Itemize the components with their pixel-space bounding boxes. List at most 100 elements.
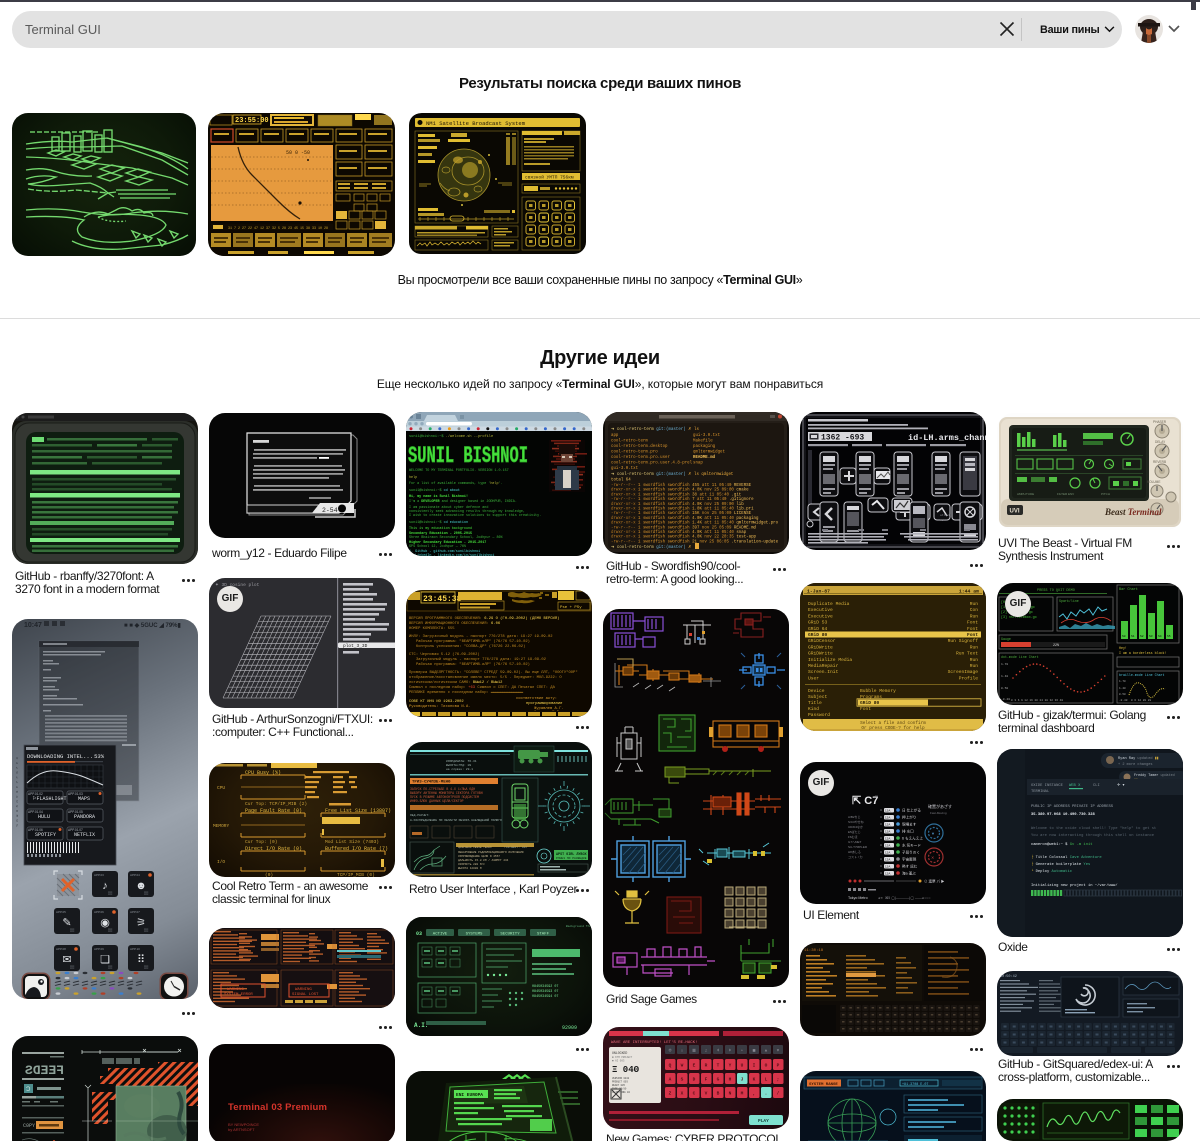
svg-text:OXIDE INSTANCE: OXIDE INSTANCE	[1031, 784, 1064, 788]
svg-text:押上がり: 押上がり	[902, 815, 916, 820]
svg-text:For a list of available comman: For a list of available commands, type '…	[409, 481, 503, 486]
svg-text:Font: Font	[860, 706, 871, 712]
svg-text:Or press CODE-? for help: Or press CODE-? for help	[861, 726, 925, 731]
svg-text:СОПРОВОЖДЕНИЕ ЦЕЛИ N 4557: СОПРОВОЖДЕНИЕ ЦЕЛИ N 4557	[458, 855, 500, 858]
svg-text:23:55:00: 23:55:00	[235, 117, 269, 125]
svg-text:APP.09: APP.09	[94, 947, 104, 951]
svg-text:Initializing new project in ~/: Initializing new project in ~/var/www/	[1031, 883, 1118, 888]
svg-text:12A: 12A	[885, 844, 890, 848]
svg-text:⚙: ⚙	[668, 1049, 672, 1054]
svg-text:現場ます: 現場ます	[902, 822, 917, 827]
svg-text:plot_3_3D: plot_3_3D	[343, 643, 368, 649]
svg-text:FILTER ENV: FILTER ENV	[1057, 492, 1074, 496]
svg-text:Ξ 04Θ: Ξ 04Θ	[612, 1065, 640, 1075]
svg-text:S5: S5	[1167, 635, 1171, 638]
svg-text:WELCOME TO MY TERMINAL PORTFOL: WELCOME TO MY TERMINAL PORTFOLIO. VERSIO…	[409, 469, 509, 473]
svg-text:Profile: Profile	[959, 675, 979, 681]
svg-text:◼: ◼	[752, 1049, 755, 1054]
svg-text:⏵: ⏵	[729, 1049, 731, 1054]
svg-text:G7ヘMET: G7ヘMET	[848, 840, 862, 844]
svg-text:W: W	[681, 1063, 684, 1069]
svg-text:I'm a DEVELOPER and designer b: I'm a DEVELOPER and designer based in JO…	[409, 499, 517, 504]
svg-text:12A: 12A	[885, 872, 890, 876]
svg-text:PUBLIC IP ADDRESS PRIVATE IP: PUBLIC IP ADDRESS PRIVATE IP ADDRESS	[1031, 805, 1114, 809]
svg-text:SYSTEM ERROR: SYSTEM ERROR	[224, 993, 253, 997]
svg-text:S0: S0	[1122, 635, 1126, 638]
svg-text:Con: Con	[970, 607, 979, 613]
svg-text:➜ cool-retro-term git:(master: ➜ cool-retro-term git:(master) ✗ ls	[611, 427, 700, 432]
svg-text:APP.01.06: APP.01.06	[28, 828, 43, 832]
svg-text:UNLOCKED: UNLOCKED	[612, 1051, 627, 1055]
svg-text:UD/D4なか: UD/D4なか	[848, 824, 863, 829]
svg-text:snap: snap	[693, 462, 703, 466]
svg-text:Руководитель: Тихонова И.А.: Руководитель: Тихонова И.А.	[409, 705, 471, 709]
svg-text:PLAY: PLAY	[758, 1118, 769, 1124]
svg-text:Контроль успокоения: "СОЛВА.Д: Контроль успокоения: "СОЛВА.ДР" (76726 2…	[416, 644, 525, 649]
svg-text:TCP/IP_MIB (0): TCP/IP_MIB (0)	[337, 872, 375, 877]
svg-text:確置があざす: 確置があざす	[928, 803, 952, 809]
svg-text:22%: 22%	[1053, 643, 1059, 647]
svg-text:программирование: программирование	[526, 702, 563, 706]
svg-text:.: .	[765, 1092, 768, 1097]
svg-text:■ ■ ◆ 5GUC ◢ 79%▮: ■ ■ ◆ 5GUC ◢ 79%▮	[124, 622, 181, 629]
svg-text:GRiD 53: GRiD 53	[808, 620, 828, 626]
svg-text:(0): (0)	[265, 872, 273, 877]
svg-text:B: B	[717, 1091, 720, 1097]
svg-text:id-LH.arms_channel: id-LH.arms_channel	[908, 433, 986, 443]
svg-text:✛ ▾: ✛ ▾	[1117, 783, 1124, 788]
svg-text:排 水口: 排 水口	[902, 829, 914, 834]
svg-text:0.50: 0.50	[1001, 687, 1008, 690]
svg-text:ВЕРСИЯ ПРОГРАММНОГО ОБЕСПЕЧЕНИ: ВЕРСИЯ ПРОГРАММНОГО ОБЕСПЕЧЕНИЯ: 6.29 О …	[409, 616, 559, 621]
svg-text:MediaRepair: MediaRepair	[808, 663, 839, 669]
svg-text:drwxr-xr-x 1 swordfish swordfi: drwxr-xr-x 1 swordfish swordfish 4.0K no…	[611, 535, 757, 540]
svg-text:drwxr-xr-x 1 swordfish swordfi: drwxr-xr-x 1 swordfish swordfish 4.0K no…	[611, 502, 744, 507]
svg-text:31 7 2 27 22 47 12 37 32 5 28: 31 7 2 27 22 47 12 37 32 5 28 23 45 15 3…	[228, 227, 328, 231]
svg-text:コスト / 力: コスト / 力	[848, 854, 863, 859]
svg-text:/: /	[777, 1091, 780, 1097]
svg-text:-rw-r--r-- 1 swordfish swordfi: -rw-r--r-- 1 swordfish swordfish 21 nov …	[611, 539, 779, 544]
svg-text:Run: Run	[970, 644, 979, 650]
svg-text:Page Fault Rate (0): Page Fault Rate (0)	[245, 808, 302, 814]
svg-text:ОБД-РАСЧЕТ:: ОБД-РАСЧЕТ:	[410, 814, 430, 817]
svg-text:03: 03	[416, 931, 422, 937]
svg-text:◂◾ ⌘5 ◯|————|◯ ——◂ ○○○: ◂◾ ⌘5 ◯|————|◯ ——◂ ○○○	[878, 896, 931, 900]
svg-text:APP.01.07: APP.01.07	[68, 828, 83, 832]
svg-text:0.50: 0.50	[1119, 693, 1126, 696]
svg-text:SPOTIFY: SPOTIFY	[35, 832, 56, 838]
svg-text:Cur Top: TCP/IP_MIB (2): Cur Top: TCP/IP_MIB (2)	[245, 801, 307, 807]
svg-text:связной УМТП 756км: связной УМТП 756км	[525, 174, 574, 181]
svg-text:I: I	[753, 1063, 756, 1069]
svg-text:CLI: CLI	[1093, 784, 1100, 788]
svg-text:1.40: 1.40	[1119, 687, 1126, 690]
svg-text:1.40: 1.40	[1001, 675, 1008, 678]
svg-text:СКОРОСТЬ 280 М/С: СКОРОСТЬ 280 М/С	[458, 862, 485, 866]
svg-text:ОБНАРУЖЕНИЕ РАДИОЛОКАЦИОННОГО: ОБНАРУЖЕНИЕ РАДИОЛОКАЦИОННОГО ИЗЛУЧЕНИЯ	[458, 851, 524, 854]
svg-text:APP.01.02: APP.01.02	[28, 792, 43, 796]
svg-text:G: G	[717, 1077, 720, 1083]
svg-text:12A: 12A	[885, 858, 890, 862]
svg-text:F: F	[705, 1077, 708, 1083]
svg-text:Beast Terminal: Beast Terminal	[1104, 507, 1162, 517]
svg-text:Free List Size (13807): Free List Size (13807)	[325, 808, 391, 814]
svg-text:Run: Run	[970, 657, 979, 663]
svg-text:F6むほ: F6むほ	[848, 834, 858, 839]
svg-text:1-Jan-87: 1-Jan-87	[807, 589, 830, 595]
svg-text:熱す 运む: 熱す 运む	[902, 864, 918, 869]
svg-text:ВЫСОТА/ЛТД: 09: ВЫСОТА/ЛТД: 09	[446, 763, 471, 767]
svg-text:U: U	[741, 1063, 744, 1069]
svg-text:12A: 12A	[885, 851, 890, 855]
svg-text:SECURITY: SECURITY	[500, 933, 520, 937]
svg-text:ACTIVE: ACTIVE	[433, 933, 448, 937]
svg-text:宇宙膨張: 宇宙膨張	[902, 857, 917, 862]
svg-text:➜ cool-retro-term git:(master: ➜ cool-retro-term git:(master) ✗	[611, 545, 692, 550]
svg-text:NM1 Satellite Broadcast System: NM1 Satellite Broadcast System	[426, 120, 526, 127]
svg-text:cool-retro-term.desktop: cool-retro-term.desktop	[611, 444, 668, 449]
svg-text:E5ばたじ: E5ばたじ	[848, 829, 861, 834]
svg-text:help: help	[409, 475, 417, 480]
svg-text:PRESS TO QUIT DEMO: PRESS TO QUIT DEMO	[1037, 589, 1075, 593]
svg-text:GRiDWrite: GRiDWrite	[808, 651, 833, 657]
svg-text:Screen.Init: Screen.Init	[808, 669, 839, 675]
svg-text:cool-retro-term.pro.user.4.8-p: cool-retro-term.pro.user.4.8-prel	[611, 461, 693, 466]
svg-text:Run: Run	[970, 613, 979, 619]
svg-text:-rw-r--r-- 1 swordfish swordfi: -rw-r--r-- 1 swordfish swordfish 15K nov…	[611, 511, 752, 516]
